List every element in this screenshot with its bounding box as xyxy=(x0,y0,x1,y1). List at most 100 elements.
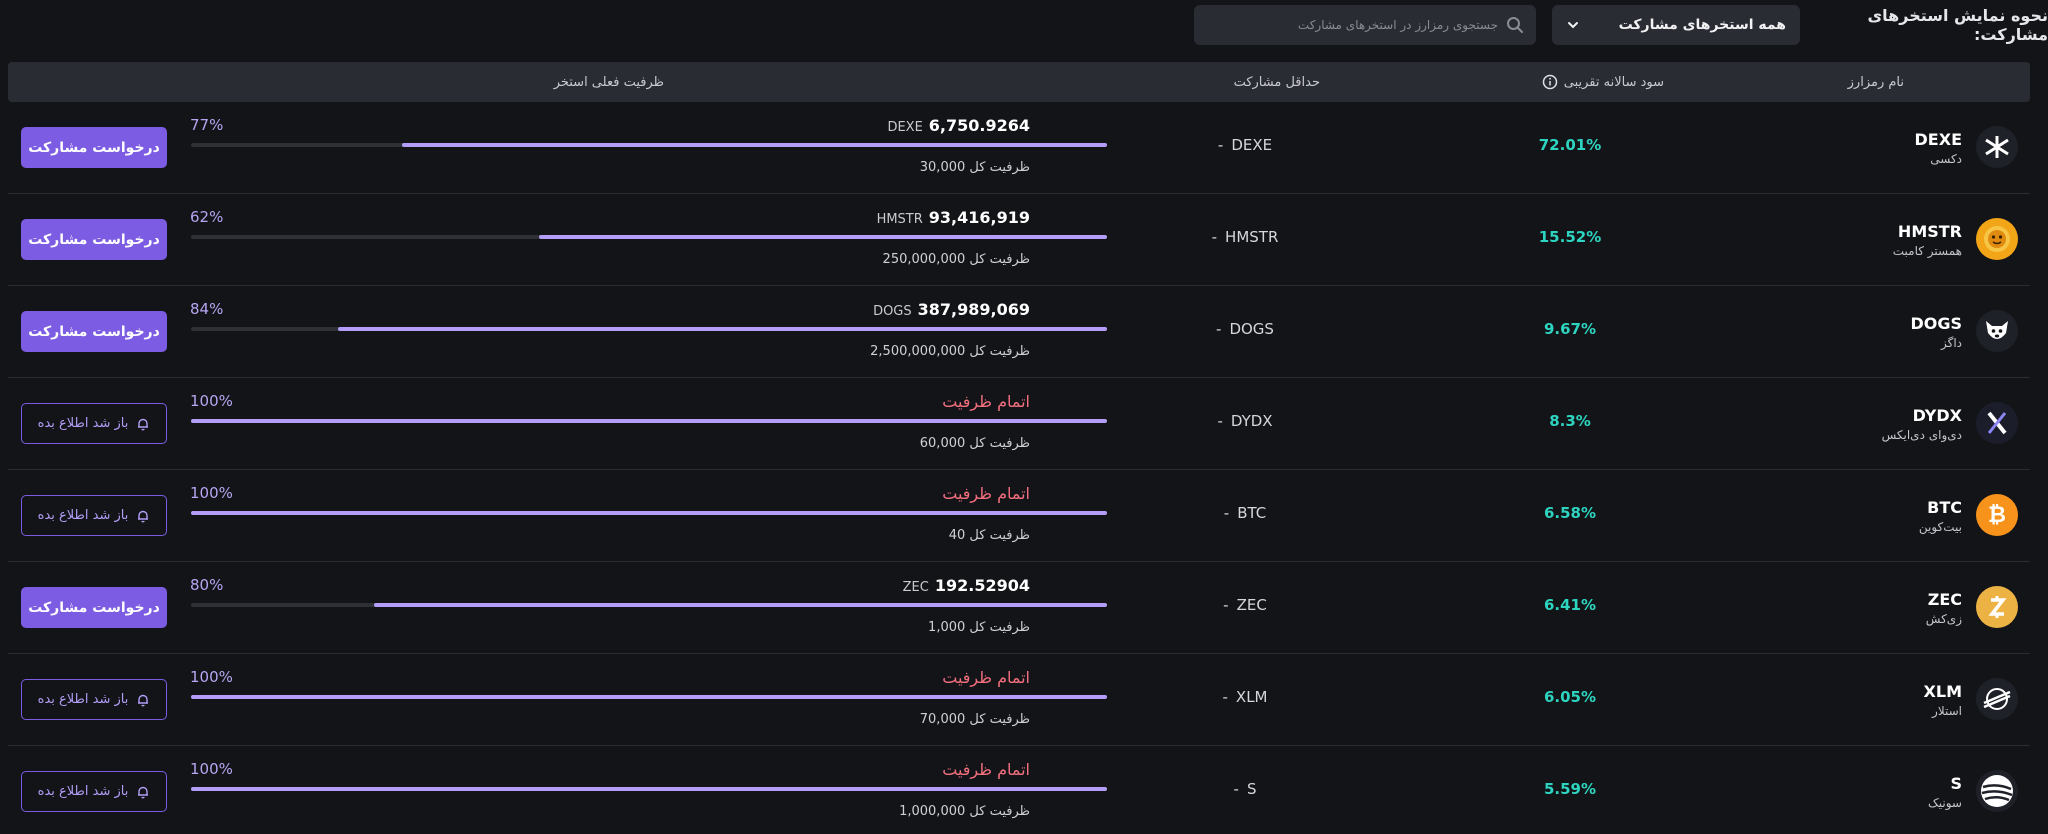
min-participation: XLM - xyxy=(1200,688,1290,706)
notify-label: باز شد اطلاع بده xyxy=(37,416,129,431)
min-value: - xyxy=(1216,320,1222,338)
coin-symbol: BTC xyxy=(1927,498,1962,517)
capacity-unit: ZEC xyxy=(902,580,929,595)
header-apy-label: سود سالانه تقریبی xyxy=(1563,74,1664,90)
capacity-amount: ZEC 192.52904 xyxy=(903,576,1030,595)
pools-table: نام رمزارز سود سالانه تقریبی حداقل مشارک… xyxy=(8,62,2030,834)
search-input[interactable] xyxy=(1218,18,1498,32)
capacity-total-value: 60,000 xyxy=(919,436,966,451)
capacity-bar xyxy=(191,419,1107,423)
table-row: DYDX دی‌وای دی‌ایکس 8.3% DYDX - اتمام ظرفیت 10… xyxy=(8,378,2030,470)
join-request-button[interactable]: درخواست مشارکت xyxy=(21,127,167,168)
header-apy: سود سالانه تقریبی xyxy=(1542,62,1664,102)
notify-label: باز شد اطلاع بده xyxy=(37,692,129,707)
table-header: نام رمزارز سود سالانه تقریبی حداقل مشارک… xyxy=(8,62,2030,102)
capacity-total: ظرفیت کل 2,500,000,000 xyxy=(870,344,1030,359)
min-participation: BTC - xyxy=(1200,504,1290,522)
capacity-bar-fill xyxy=(191,419,1107,423)
capacity-bar xyxy=(191,787,1107,791)
capacity-percent: 62% xyxy=(190,208,224,226)
apy-value: 5.59% xyxy=(1543,780,1597,798)
min-participation: S- xyxy=(1200,780,1290,798)
notify-when-open-button[interactable]: باز شد اطلاع بده xyxy=(21,679,167,720)
coin-persian-name: داگز xyxy=(1940,336,1962,350)
capacity-total: ظرفیت کل 60,000 xyxy=(920,436,1030,451)
zcash-icon xyxy=(1976,586,2018,628)
min-value: - xyxy=(1211,228,1218,246)
capacity-bar-fill xyxy=(374,603,1107,607)
capacity-bar-fill xyxy=(191,695,1107,699)
capacity-total-label: ظرفیت کل xyxy=(969,620,1030,635)
capacity-amount: HMSTR 93,416,919 xyxy=(877,208,1030,227)
capacity-unit: DEXE xyxy=(887,120,923,135)
capacity-percent: 84% xyxy=(190,300,224,318)
bell-icon xyxy=(138,418,149,430)
capacity-total-value: 70,000 xyxy=(919,712,966,727)
capacity-total-label: ظرفیت کل xyxy=(969,344,1030,359)
filter-label: نحوه نمایش استخرهای مشارکت: xyxy=(1867,6,2048,44)
capacity-full-label: اتمام ظرفیت xyxy=(942,760,1030,779)
coin-persian-name: دکسی xyxy=(1930,152,1962,166)
info-icon[interactable] xyxy=(1542,74,1558,90)
bell-icon xyxy=(138,786,149,798)
min-participation: DYDX - xyxy=(1200,412,1290,430)
min-unit: DEXE xyxy=(1231,136,1273,154)
coin-symbol: HMSTR xyxy=(1897,222,1962,241)
capacity-total-value: 30,000 xyxy=(919,160,966,175)
staking-pools-page: نحوه نمایش استخرهای مشارکت: همه استخرهای… xyxy=(0,0,2048,834)
coin-symbol: DYDX xyxy=(1912,406,1962,425)
capacity-unit: DOGS xyxy=(873,304,912,319)
table-row: DEXE دکسی 72.01% DEXE - DEXE 6,750.9264 77% ظرفی… xyxy=(8,102,2030,194)
capacity-total-label: ظرفیت کل xyxy=(969,804,1030,819)
capacity-total-value: 1,000 xyxy=(928,620,966,635)
capacity-total-value: 250,000,000 xyxy=(882,252,966,267)
min-unit: XLM xyxy=(1235,688,1268,706)
search-icon xyxy=(1507,17,1523,33)
min-unit: DOGS xyxy=(1229,320,1274,338)
notify-when-open-button[interactable]: باز شد اطلاع بده xyxy=(21,771,167,812)
stellar-icon xyxy=(1976,678,2018,720)
capacity-total: ظرفیت کل 250,000,000 xyxy=(883,252,1030,267)
apy-value: 6.41% xyxy=(1543,596,1597,614)
capacity-bar-fill xyxy=(191,787,1107,791)
capacity-total-label: ظرفیت کل xyxy=(969,436,1030,451)
join-request-button[interactable]: درخواست مشارکت xyxy=(21,311,167,352)
capacity-total-value: 40 xyxy=(948,528,966,543)
svg-text:₿: ₿ xyxy=(1988,503,2006,528)
table-body: DEXE دکسی 72.01% DEXE - DEXE 6,750.9264 77% ظرفی… xyxy=(8,102,2030,834)
notify-when-open-button[interactable]: باز شد اطلاع بده xyxy=(21,495,167,536)
sonic-icon xyxy=(1976,770,2018,812)
capacity-value: 192.52904 xyxy=(934,576,1030,595)
capacity-total-value: 2,500,000,000 xyxy=(870,344,966,359)
min-unit: S xyxy=(1246,780,1257,798)
capacity-bar xyxy=(191,511,1107,515)
capacity-percent: 100% xyxy=(190,392,233,410)
table-row: HMSTR همستر کامبت 15.52% HMSTR - HMSTR 93,416,… xyxy=(8,194,2030,286)
apy-value: 8.3% xyxy=(1549,412,1591,430)
capacity-total-label: ظرفیت کل xyxy=(969,528,1030,543)
capacity-bar xyxy=(191,143,1107,147)
capacity-bar xyxy=(191,327,1107,331)
capacity-amount: DEXE 6,750.9264 xyxy=(887,116,1030,135)
notify-when-open-button[interactable]: باز شد اطلاع بده xyxy=(21,403,167,444)
capacity-full-label: اتمام ظرفیت xyxy=(942,392,1030,411)
capacity-total: ظرفیت کل 1,000 xyxy=(928,620,1030,635)
dydx-icon xyxy=(1976,402,2018,444)
capacity-bar-fill xyxy=(401,143,1107,147)
notify-label: باز شد اطلاع بده xyxy=(37,784,129,799)
join-request-button[interactable]: درخواست مشارکت xyxy=(21,219,167,260)
min-value: - xyxy=(1223,504,1230,522)
capacity-bar xyxy=(191,235,1107,239)
capacity-bar xyxy=(191,603,1107,607)
coin-persian-name: همستر کامبت xyxy=(1892,244,1962,258)
min-value: - xyxy=(1223,596,1229,614)
search-box[interactable] xyxy=(1194,5,1536,45)
join-request-button[interactable]: درخواست مشارکت xyxy=(21,587,167,628)
apy-value: 6.05% xyxy=(1543,688,1597,706)
header-coin-name: نام رمزارز xyxy=(1847,74,1904,90)
coin-persian-name: دی‌وای دی‌ایکس xyxy=(1881,428,1962,442)
table-row: ₿ BTC بیت‌کوین 6.58% BTC - اتمام ظرفیت 100% ظرفی… xyxy=(8,470,2030,562)
pool-filter-select[interactable]: همه استخرهای مشارکت xyxy=(1552,5,1800,45)
hamster-icon xyxy=(1976,218,2018,260)
coin-persian-name: استلار xyxy=(1932,704,1962,718)
